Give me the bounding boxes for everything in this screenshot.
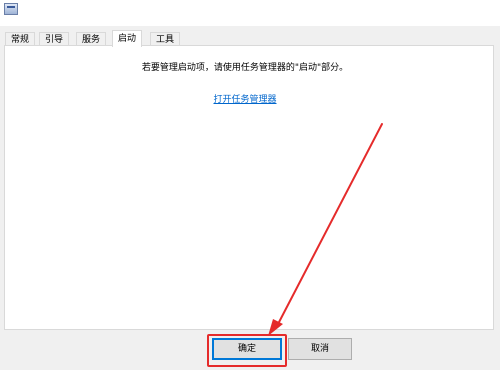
tab-startup[interactable]: 启动 [112, 30, 143, 47]
annotation-arrow [268, 123, 383, 336]
